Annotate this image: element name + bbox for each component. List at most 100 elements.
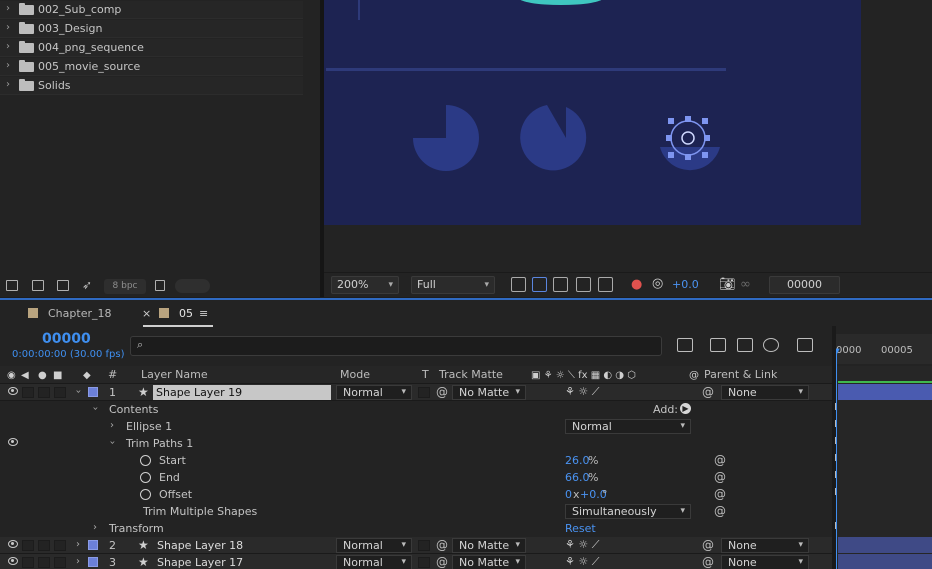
project-item[interactable]: › Solids	[0, 77, 303, 95]
start-value[interactable]: 26.0	[565, 454, 590, 467]
spiral-icon[interactable]: @	[714, 504, 726, 518]
spiral-icon[interactable]: @	[436, 555, 448, 569]
tab-chapter-18[interactable]: Chapter_18	[48, 307, 111, 320]
lock-cell[interactable]	[54, 387, 66, 398]
layer-label-color[interactable]	[88, 387, 98, 397]
show-snapshot-icon[interactable]: ∞	[740, 277, 751, 292]
spiral-icon[interactable]: @	[714, 487, 726, 501]
eye-icon[interactable]	[8, 438, 18, 446]
property-row-start[interactable]: Start 26.0 % @	[0, 452, 832, 469]
chevron-right-icon[interactable]: ›	[110, 420, 114, 431]
solo-switch-icon[interactable]: ●	[38, 370, 47, 381]
layer-row[interactable]: › 1 ★ Shape Layer 19 Normal ▾ @ No Matte ▾…	[0, 384, 832, 401]
chevron-right-icon[interactable]: ›	[93, 522, 97, 533]
spiral-icon[interactable]: @	[702, 538, 714, 552]
spiral-icon[interactable]: @	[702, 555, 714, 569]
property-row-trim-paths[interactable]: › Trim Paths 1	[0, 435, 832, 452]
shy-icon[interactable]: ⚘ ☼ ⟋	[565, 555, 599, 569]
stopwatch-icon[interactable]	[140, 455, 151, 466]
chevron-right-icon[interactable]: ›	[6, 22, 10, 33]
channel-icon[interactable]: ●	[631, 277, 642, 292]
close-icon[interactable]: ×	[142, 307, 151, 320]
shy-icon[interactable]: ⚘ ☼ ⟋	[565, 538, 599, 552]
track-matte-select[interactable]: No Matte ▾	[452, 538, 526, 553]
new-composition-icon[interactable]	[57, 280, 69, 291]
track-matte-select[interactable]: No Matte ▾	[452, 385, 526, 400]
layer-label-color[interactable]	[88, 557, 98, 567]
parent-select[interactable]: None ▾	[721, 538, 809, 553]
spiral-icon[interactable]: @	[714, 453, 726, 467]
composition-mini-flowchart-icon[interactable]	[677, 338, 693, 352]
lock-switch-icon[interactable]: ■	[53, 370, 62, 381]
add-menu-button[interactable]: ▶	[680, 403, 691, 414]
viewer-timecode[interactable]: 00000	[769, 276, 840, 294]
chevron-right-icon[interactable]: ›	[6, 3, 10, 14]
property-row-transform[interactable]: › Transform Reset	[0, 520, 832, 537]
region-of-interest-icon[interactable]	[576, 277, 591, 292]
mask-visibility-icon[interactable]	[553, 277, 568, 292]
chevron-right-icon[interactable]: ›	[6, 41, 10, 52]
current-time-display[interactable]: 00000	[42, 331, 91, 347]
composition-canvas[interactable]	[324, 0, 861, 225]
timeline-search-input[interactable]: ⌕	[130, 336, 662, 356]
preserve-transparency-cell[interactable]	[418, 557, 430, 568]
fast-preview-icon[interactable]	[511, 277, 526, 292]
property-row-trim-multiple[interactable]: Trim Multiple Shapes Simultaneously ▾ @	[0, 503, 832, 520]
stopwatch-icon[interactable]	[140, 489, 151, 500]
parent-select[interactable]: None ▾	[721, 385, 809, 400]
spiral-icon[interactable]: @	[714, 470, 726, 484]
track-matte-select[interactable]: No Matte ▾	[452, 555, 526, 569]
end-value[interactable]: 66.0	[565, 471, 590, 484]
chevron-right-icon[interactable]: ›	[6, 60, 10, 71]
stopwatch-icon[interactable]	[140, 472, 151, 483]
solo-cell[interactable]	[38, 540, 50, 551]
preserve-transparency-cell[interactable]	[418, 540, 430, 551]
project-item[interactable]: › 002_Sub_comp	[0, 1, 303, 19]
column-track-matte[interactable]: Track Matte	[439, 368, 503, 381]
layer-name[interactable]: Shape Layer 17	[157, 556, 243, 569]
tab-05[interactable]: 05	[179, 307, 193, 320]
solo-cell[interactable]	[38, 557, 50, 568]
project-item[interactable]: › 003_Design	[0, 20, 303, 38]
reset-link[interactable]: Reset	[565, 522, 596, 535]
chevron-right-icon[interactable]: ›	[76, 539, 80, 550]
expand-chevron-icon[interactable]: ›	[90, 407, 101, 411]
audio-cell[interactable]	[22, 387, 34, 398]
eye-icon[interactable]	[8, 557, 18, 565]
chevron-right-icon[interactable]: ›	[6, 79, 10, 90]
zoom-select[interactable]: 200% ▾	[331, 276, 399, 294]
expand-chevron-icon[interactable]: ›	[73, 390, 84, 394]
resolution-select[interactable]: Full ▾	[411, 276, 495, 294]
layer-name[interactable]: Shape Layer 19	[153, 385, 331, 400]
layer-label-color[interactable]	[88, 540, 98, 550]
lock-cell[interactable]	[54, 540, 66, 551]
spiral-icon[interactable]: @	[702, 385, 714, 399]
eye-icon[interactable]	[8, 387, 18, 395]
property-row-contents[interactable]: › Contents Add: ▶	[0, 401, 832, 418]
grid-guides-icon[interactable]	[598, 277, 613, 292]
column-mode[interactable]: Mode	[340, 368, 370, 381]
offset-revolutions[interactable]: 0	[565, 488, 572, 501]
audio-cell[interactable]	[22, 540, 34, 551]
transparency-grid-icon[interactable]	[532, 277, 547, 292]
spiral-icon[interactable]: @	[436, 385, 448, 399]
hide-shy-layers-icon[interactable]	[737, 338, 753, 352]
label-tag-icon[interactable]: ◆	[83, 370, 91, 381]
reset-exposure-icon[interactable]: ◎	[652, 276, 663, 291]
exposure-value[interactable]: +0.0	[672, 278, 699, 291]
project-footer-search[interactable]	[175, 279, 210, 293]
camera-icon[interactable]: 📷︎	[719, 277, 736, 292]
project-item[interactable]: › 004_png_sequence	[0, 39, 303, 57]
layer-row[interactable]: › 2 ★ Shape Layer 18 Normal ▾ @ No Matte ▾…	[0, 537, 832, 554]
layer-duration-bar[interactable]	[838, 537, 932, 553]
frame-blending-icon[interactable]	[763, 338, 779, 352]
new-folder-icon[interactable]	[32, 280, 44, 291]
bpc-button[interactable]: 8 bpc	[104, 279, 146, 294]
time-ruler[interactable]: 0000 00005	[836, 334, 932, 364]
blend-mode-select[interactable]: Normal ▾	[336, 385, 412, 400]
ellipse-blend-mode-select[interactable]: Normal ▾	[565, 419, 691, 434]
render-icon[interactable]: ➶	[82, 278, 94, 292]
eye-icon[interactable]	[8, 540, 18, 548]
blend-mode-select[interactable]: Normal ▾	[336, 555, 412, 569]
layer-row[interactable]: › 3 ★ Shape Layer 17 Normal ▾ @ No Matte ▾…	[0, 554, 832, 569]
